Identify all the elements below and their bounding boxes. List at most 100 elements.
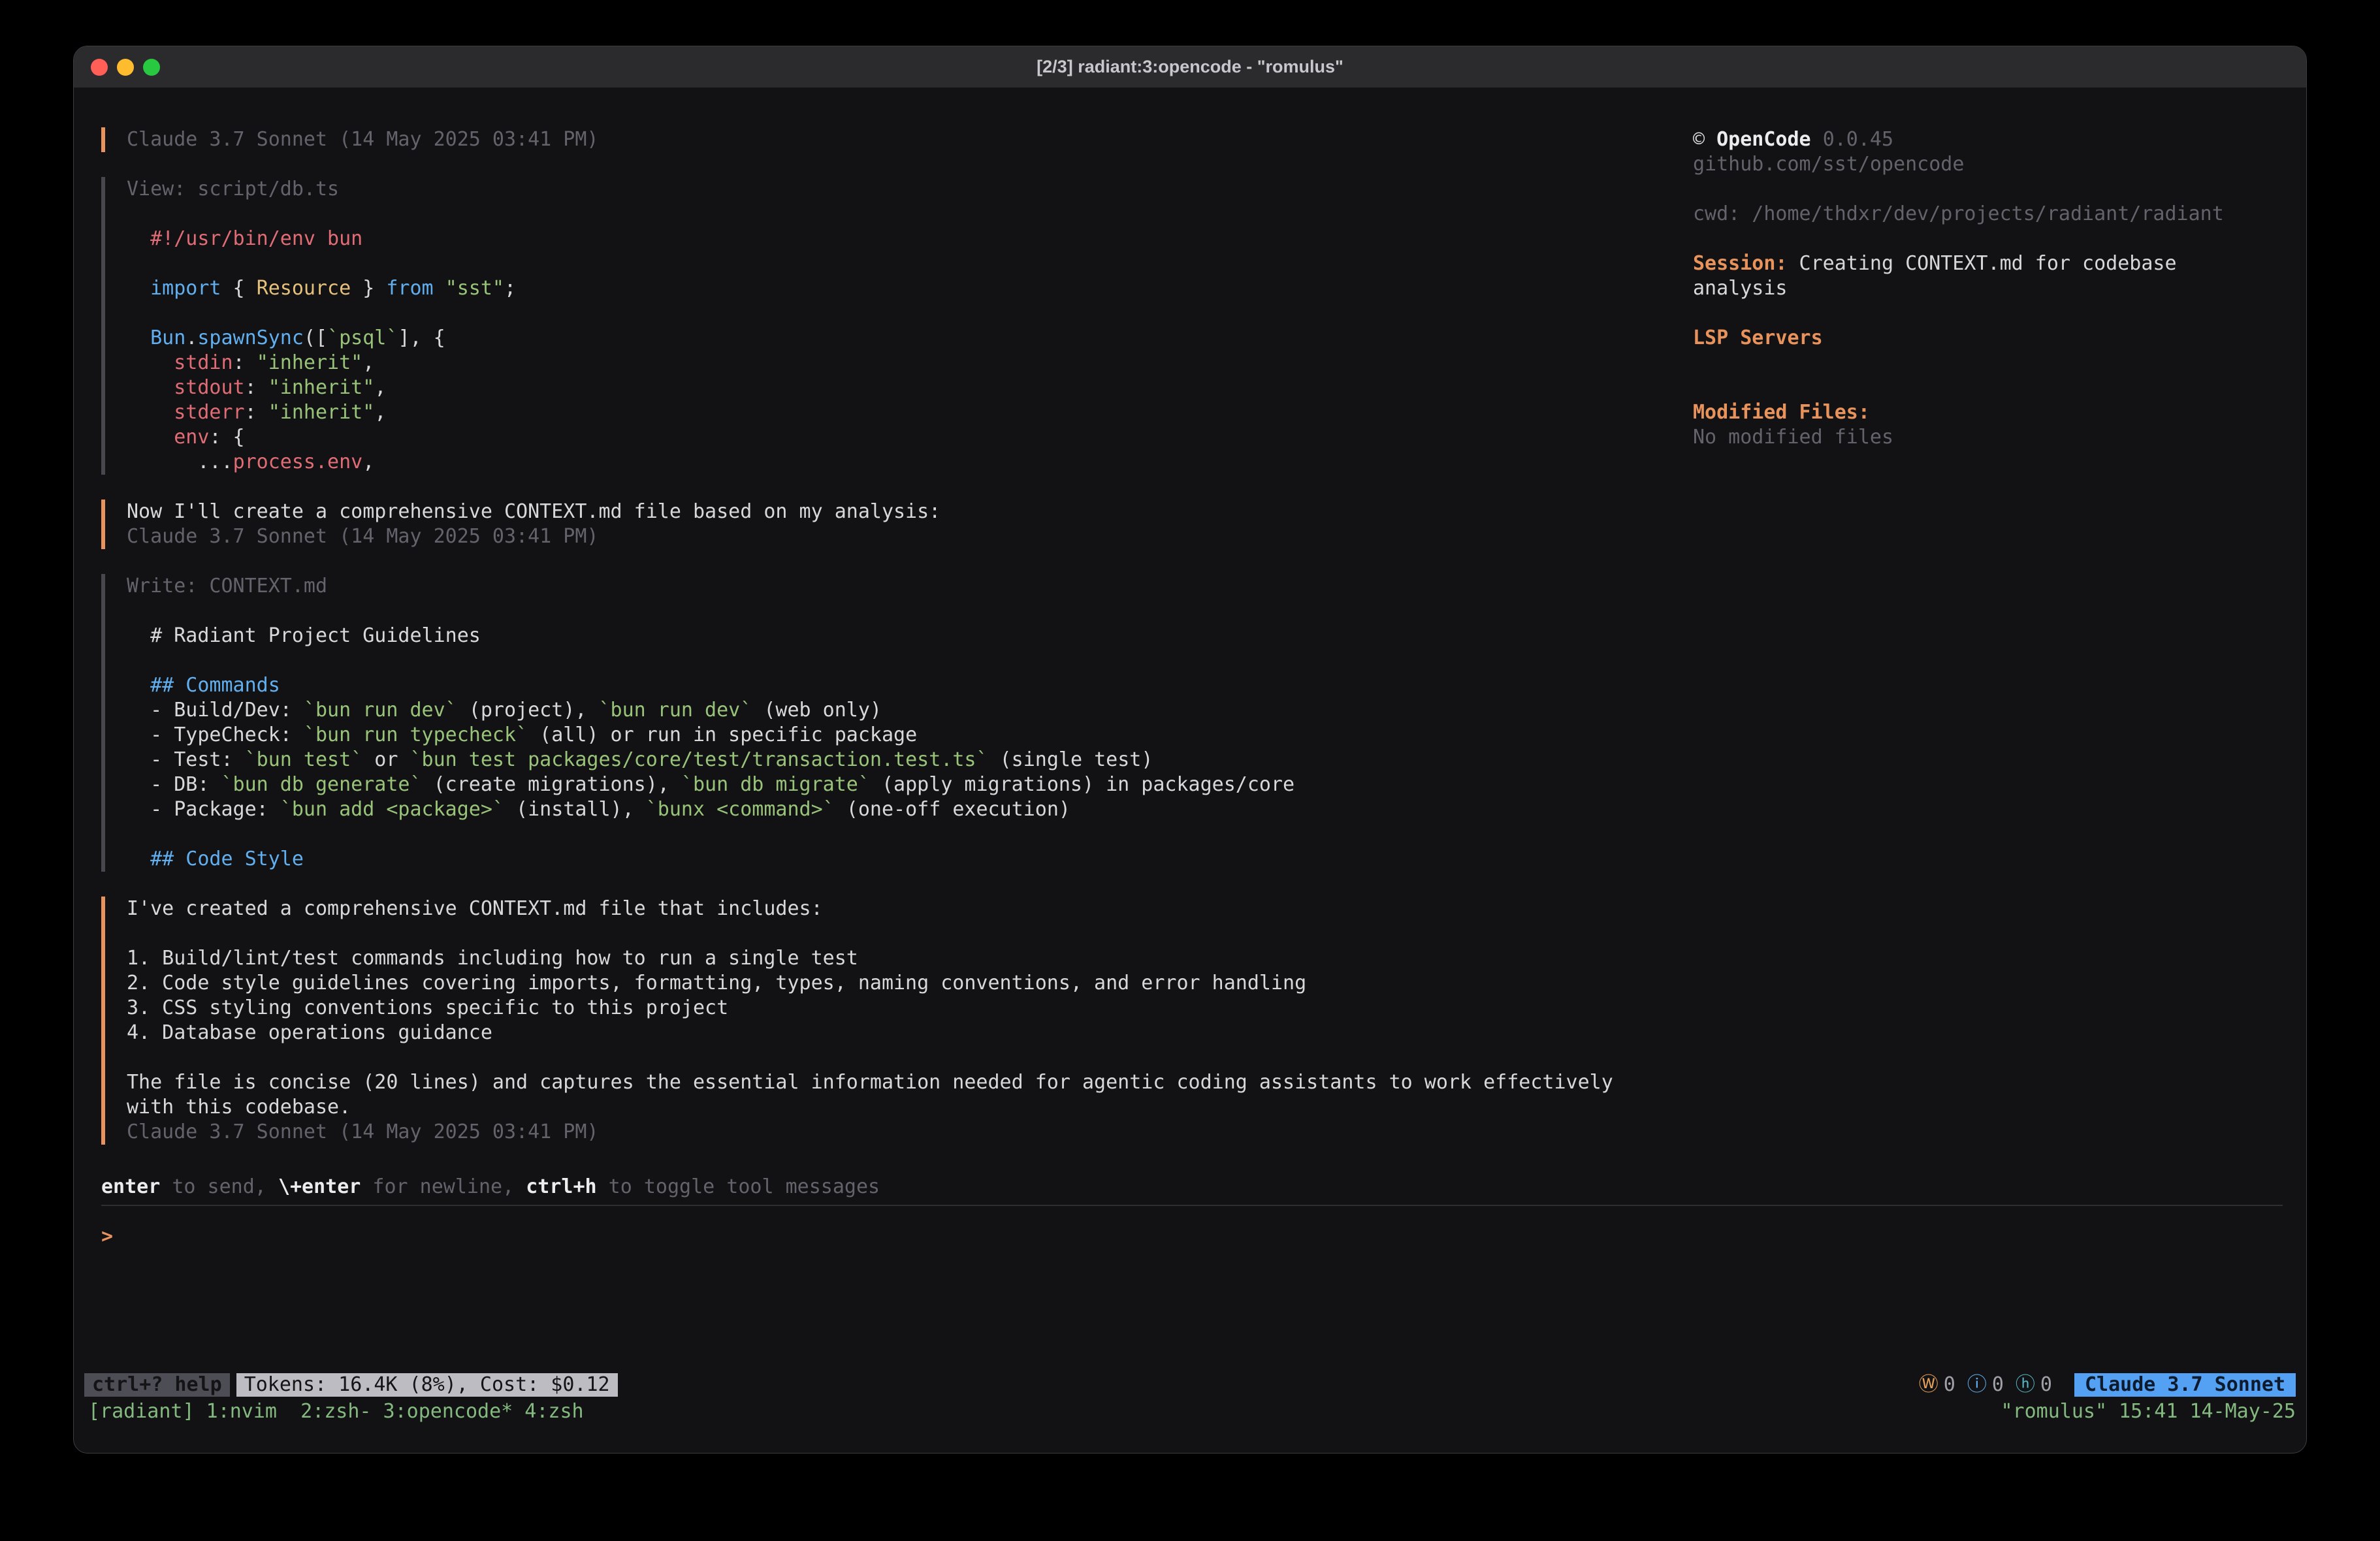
text-token: `bun db generate` <box>221 773 422 796</box>
hint-count: 0 <box>2040 1373 2052 1397</box>
text-line: - Build/Dev: `bun run dev` (project), `b… <box>127 698 2283 723</box>
text-token: - Build/Dev: <box>127 699 304 722</box>
text-token: LSP Servers <box>1693 326 1823 349</box>
text-token: Claude 3.7 Sonnet (14 May 2025 03:41 PM) <box>127 128 598 151</box>
text-token: process.env <box>233 451 363 473</box>
assistant-message-final: I've created a comprehensive CONTEXT.md … <box>101 897 2283 1145</box>
text-token <box>127 326 150 349</box>
info-count: 0 <box>1992 1373 2004 1397</box>
prompt-caret: > <box>101 1225 113 1248</box>
text-token: Session: <box>1693 252 1788 275</box>
text-token: #!/usr/bin/env bun <box>127 227 362 250</box>
text-token: `bun add <package>` <box>280 798 504 821</box>
text-line: analysis <box>1693 276 2281 301</box>
text-line <box>127 822 2283 847</box>
text-token: (project), <box>457 699 599 722</box>
text-token: - TypeCheck: <box>127 723 304 746</box>
text-token: , <box>362 451 374 473</box>
text-line: © OpenCode 0.0.45 <box>1693 127 2281 152</box>
tmux-session-info: "romulus" 15:41 14-May-25 <box>2001 1399 2296 1424</box>
session-sidebar: © OpenCode 0.0.45github.com/sst/opencode… <box>1693 127 2281 450</box>
tmux-windows-list[interactable]: [radiant] 1:nvim 2:zsh- 3:opencode* 4:zs… <box>88 1399 584 1424</box>
text-token: I've created a comprehensive CONTEXT.md … <box>127 897 823 920</box>
text-line: ...process.env, <box>127 450 2283 475</box>
text-token: \+enter <box>278 1175 361 1198</box>
text-token: `bun run typecheck` <box>304 723 528 746</box>
text-token: analysis <box>1693 277 1788 300</box>
text-token: , <box>374 401 386 424</box>
text-line: - TypeCheck: `bun run typecheck` (all) o… <box>127 723 2283 748</box>
text-token: or <box>362 748 410 771</box>
text-token: "inherit" <box>268 376 375 399</box>
text-token: "inherit" <box>257 351 363 374</box>
text-token: spawnSync <box>197 326 304 349</box>
text-token: 4. Database operations guidance <box>127 1021 492 1044</box>
text-token: 1. Build/lint/test commands including ho… <box>127 947 858 970</box>
text-line <box>127 599 2283 624</box>
text-token: for newline, <box>361 1175 526 1198</box>
text-line: The file is concise (20 lines) and captu… <box>127 1070 2283 1095</box>
text-token: "sst" <box>445 277 504 300</box>
text-token: : { <box>209 426 244 449</box>
text-token: (single test) <box>988 748 1153 771</box>
text-line <box>1693 177 2281 202</box>
text-token <box>127 351 174 374</box>
text-token: `psql` <box>327 326 398 349</box>
terminal-window: [2/3] radiant:3:opencode - "romulus" Cla… <box>73 46 2307 1454</box>
text-token: # Radiant Project Guidelines <box>127 624 481 647</box>
text-token: github.com/sst/opencode <box>1693 153 1964 176</box>
text-token: env <box>174 426 209 449</box>
prompt-input[interactable]: > <box>101 1224 2283 1249</box>
text-token: (install), <box>504 798 646 821</box>
text-line <box>1693 351 2281 375</box>
text-token: 0.0.45 <box>1823 128 1893 151</box>
text-token <box>127 277 150 300</box>
keybind-help: enter to send, \+enter for newline, ctrl… <box>101 1175 2283 1199</box>
text-line: LSP Servers <box>1693 326 2281 351</box>
text-token: . <box>185 326 197 349</box>
text-token: ## Commands <box>127 674 280 697</box>
text-token: Now I'll create a comprehensive CONTEXT.… <box>127 500 941 523</box>
diagnostics-counters: Ⓦ0 ⓘ0 ⓗ0 <box>1919 1373 2059 1397</box>
assistant-message: Now I'll create a comprehensive CONTEXT.… <box>101 500 2283 549</box>
text-line: Now I'll create a comprehensive CONTEXT.… <box>127 500 2283 524</box>
text-line: No modified files <box>1693 425 2281 450</box>
tool-write-block: Write: CONTEXT.md # Radiant Project Guid… <box>101 574 2283 872</box>
text-token <box>1811 128 1823 151</box>
text-token: `bun test` <box>245 748 363 771</box>
text-line: Claude 3.7 Sonnet (14 May 2025 03:41 PM) <box>127 524 2283 549</box>
text-token: ## Code Style <box>127 848 304 870</box>
text-line <box>127 648 2283 673</box>
model-chip[interactable]: Claude 3.7 Sonnet <box>2074 1373 2296 1397</box>
window-titlebar[interactable]: [2/3] radiant:3:opencode - "romulus" <box>74 46 2306 88</box>
minimize-button[interactable] <box>117 59 134 76</box>
text-token: No modified files <box>1693 426 1893 449</box>
text-token <box>127 376 174 399</box>
hint-icon: ⓗ <box>2016 1373 2035 1397</box>
text-token: View: script/db.ts <box>127 178 339 200</box>
text-token: , <box>362 351 374 374</box>
maximize-button[interactable] <box>143 59 160 76</box>
help-chip[interactable]: ctrl+? help <box>84 1373 230 1397</box>
text-token: stdin <box>174 351 233 374</box>
status-bar: ctrl+? help Tokens: 16.4K (8%), Cost: $0… <box>84 1373 2296 1397</box>
text-line <box>127 1045 2283 1070</box>
screen-background: [2/3] radiant:3:opencode - "romulus" Cla… <box>0 0 2380 1541</box>
text-token: : <box>233 351 257 374</box>
text-token: OpenCode <box>1716 128 1811 151</box>
text-token: enter <box>101 1175 160 1198</box>
text-line: Write: CONTEXT.md <box>127 574 2283 599</box>
text-line: I've created a comprehensive CONTEXT.md … <box>127 897 2283 921</box>
text-token: : <box>245 376 268 399</box>
text-token: (one-off execution) <box>835 798 1070 821</box>
text-line: cwd: /home/thdxr/dev/projects/radiant/ra… <box>1693 202 2281 227</box>
text-token: to send, <box>160 1175 278 1198</box>
warning-count: 0 <box>1944 1373 1955 1397</box>
text-token: (web only) <box>752 699 882 722</box>
text-token: "inherit" <box>268 401 375 424</box>
close-button[interactable] <box>91 59 108 76</box>
info-icon: ⓘ <box>1967 1373 1987 1397</box>
warning-icon: Ⓦ <box>1919 1373 1938 1397</box>
text-token: Resource <box>257 277 351 300</box>
text-token: ... <box>127 451 233 473</box>
